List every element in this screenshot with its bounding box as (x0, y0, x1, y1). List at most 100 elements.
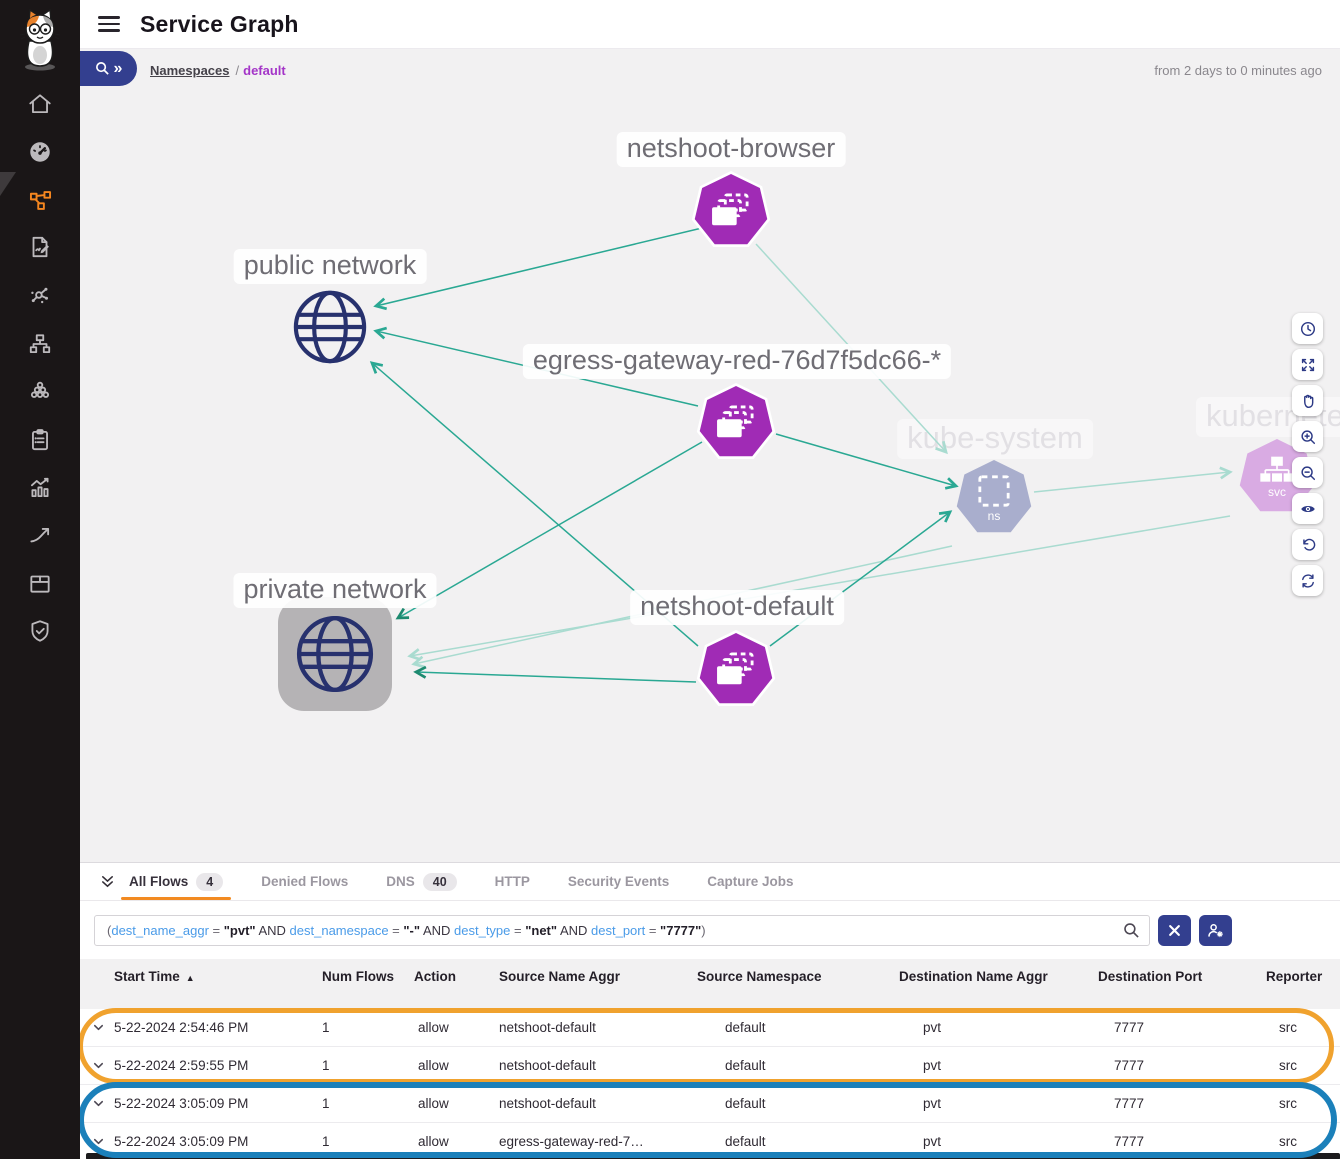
shield-check-icon (27, 618, 53, 644)
undo-button[interactable] (1292, 529, 1323, 560)
eye-icon (1299, 500, 1317, 518)
cell-source-namespace: default (697, 1096, 899, 1111)
node-label-netshoot-browser: netshoot-browser (617, 132, 846, 167)
column-header-action[interactable]: Action (414, 969, 499, 986)
column-header-source-name-aggr[interactable]: Source Name Aggr (499, 969, 697, 986)
visibility-button[interactable] (1292, 493, 1323, 524)
tab-security-events[interactable]: Security Events (566, 864, 671, 900)
cell-source-name-aggr: egress-gateway-red-7… (499, 1134, 697, 1149)
tab-http[interactable]: HTTP (493, 864, 532, 900)
sidebar-item-trends[interactable] (0, 516, 80, 556)
sidebar-item-policies[interactable] (0, 227, 80, 267)
column-header-destination-name-aggr[interactable]: Destination Name Aggr (899, 969, 1098, 986)
cell-reporter: src (1266, 1020, 1340, 1035)
sort-asc-icon: ▲ (186, 973, 195, 983)
column-header-reporter[interactable]: Reporter (1266, 969, 1340, 986)
breadcrumb-namespaces-link[interactable]: Namespaces (150, 63, 230, 78)
time-range-label: from 2 days to 0 minutes ago (1154, 63, 1322, 78)
query-op: = (510, 923, 525, 938)
cell-num-flows: 1 (322, 1058, 414, 1073)
cell-action: allow (414, 1020, 499, 1035)
collapse-panel-button[interactable] (95, 870, 119, 894)
policy-edit-icon (27, 234, 53, 260)
node-netshoot-default[interactable] (696, 630, 776, 710)
flows-table-body: 5-22-2024 2:54:46 PM1allownetshoot-defau… (80, 1009, 1340, 1159)
filter-query-input[interactable]: (dest_name_aggr = "pvt" AND dest_namespa… (94, 915, 1150, 946)
column-header-source-namespace[interactable]: Source Namespace (697, 969, 899, 986)
cell-source-namespace: default (697, 1058, 899, 1073)
node-netshoot-browser[interactable] (691, 171, 771, 251)
graph-toolbar (1292, 313, 1323, 596)
pan-button[interactable] (1292, 385, 1323, 416)
tab-capture-jobs[interactable]: Capture Jobs (705, 864, 795, 900)
package-box-icon (27, 570, 53, 596)
column-header-start-time[interactable]: Start Time▲ (114, 969, 322, 986)
query-op: = (209, 923, 224, 938)
home-icon (27, 91, 53, 117)
expand-row-chevron-icon[interactable] (80, 1135, 114, 1148)
sidebar-item-dashboard[interactable] (0, 132, 80, 172)
calico-cat-logo[interactable] (10, 8, 70, 72)
query-field: dest_port (591, 923, 645, 938)
flow-row[interactable]: 5-22-2024 3:05:09 PM1allownetshoot-defau… (80, 1084, 1340, 1122)
cell-start-time: 5-22-2024 3:05:09 PM (114, 1096, 322, 1111)
sidebar-item-clusters[interactable] (0, 372, 80, 412)
cell-destination-name-aggr: pvt (899, 1020, 1098, 1035)
node-egress-gateway[interactable] (696, 383, 776, 463)
tab-dns[interactable]: DNS40 (384, 864, 458, 900)
node-label-public-network: public network (234, 249, 427, 284)
cell-destination-name-aggr: pvt (899, 1096, 1098, 1111)
time-button[interactable] (1292, 313, 1323, 344)
user-settings-button[interactable] (1199, 915, 1232, 946)
trend-arrow-icon (27, 523, 53, 549)
node-private-network[interactable] (278, 597, 392, 711)
expand-row-chevron-icon[interactable] (80, 1021, 114, 1034)
horizontal-scrollbar[interactable] (86, 1153, 1340, 1159)
cell-reporter: src (1266, 1134, 1340, 1149)
query-search-icon[interactable] (1123, 922, 1140, 942)
endpoints-icon (27, 282, 53, 308)
sidebar-item-service-graph[interactable] (0, 180, 80, 220)
flow-row[interactable]: 5-22-2024 2:54:46 PM1allownetshoot-defau… (80, 1009, 1340, 1046)
sidebar-item-statistics[interactable] (0, 468, 80, 508)
cell-reporter: src (1266, 1058, 1340, 1073)
cell-num-flows: 1 (322, 1020, 414, 1035)
tab-all-flows[interactable]: All Flows4 (127, 864, 225, 900)
refresh-button[interactable] (1292, 565, 1323, 596)
user-gear-icon (1206, 921, 1225, 940)
zoom-in-icon (1299, 428, 1317, 446)
sidebar-item-endpoints[interactable] (0, 275, 80, 315)
column-header-num-flows[interactable]: Num Flows (322, 969, 414, 986)
zoom-in-button[interactable] (1292, 421, 1323, 452)
expand-row-chevron-icon[interactable] (80, 1059, 114, 1072)
sidebar-item-packages[interactable] (0, 563, 80, 603)
cell-start-time: 5-22-2024 2:54:46 PM (114, 1020, 322, 1035)
menu-toggle-button[interactable] (98, 16, 120, 32)
zoom-out-button[interactable] (1292, 457, 1323, 488)
column-header-destination-port[interactable]: Destination Port (1098, 969, 1266, 986)
app-root: Service Graph (0, 0, 1340, 1159)
fit-to-screen-button[interactable] (1292, 349, 1323, 380)
service-graph-canvas[interactable]: kube-system kubernetes (80, 48, 1340, 862)
query-punct: ) (701, 923, 705, 938)
cell-reporter: src (1266, 1096, 1340, 1111)
expand-row-chevron-icon[interactable] (80, 1097, 114, 1110)
clock-icon (1299, 320, 1317, 338)
query-value: "-" (403, 923, 420, 938)
node-kube-system[interactable]: ns (956, 460, 1032, 536)
graph-search-toggle[interactable]: » (80, 51, 137, 86)
flow-row[interactable]: 5-22-2024 2:59:55 PM1allownetshoot-defau… (80, 1046, 1340, 1084)
sidebar-item-home[interactable] (0, 84, 80, 124)
clear-filter-button[interactable] (1158, 915, 1191, 946)
node-label-egress-gateway: egress-gateway-red-76d7f5dc66-* (523, 344, 951, 379)
cell-start-time: 5-22-2024 3:05:09 PM (114, 1134, 322, 1149)
query-keyword: AND (256, 923, 290, 938)
sidebar-item-network[interactable] (0, 324, 80, 364)
node-public-network[interactable] (291, 288, 369, 371)
search-icon (95, 61, 110, 76)
sidebar-item-security[interactable] (0, 611, 80, 651)
sidebar-item-compliance[interactable] (0, 420, 80, 460)
zoom-out-icon (1299, 464, 1317, 482)
query-field: dest_type (454, 923, 510, 938)
tab-denied-flows[interactable]: Denied Flows (259, 864, 350, 900)
